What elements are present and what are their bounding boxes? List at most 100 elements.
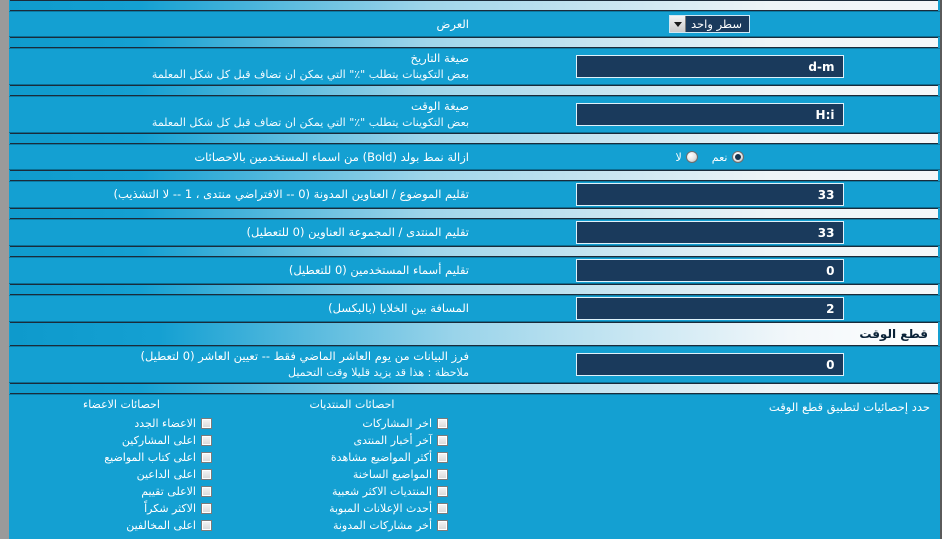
checkbox-label: أخر مشاركات المدونة [332, 519, 432, 532]
row-timecut-days-control-cell [479, 349, 940, 380]
row-time-format-control-cell [479, 99, 940, 130]
forum-stats-column: احصائات المنتديات اخر المشاركات آخر أخبا… [234, 398, 470, 539]
row-cell-spacing-label-cell: المسافة بين الخلايا (بالبكسل) [9, 296, 479, 321]
row-trim-forum-titles-control-cell [479, 217, 940, 248]
checkbox-item[interactable]: أخر مشاركات المدونة [234, 517, 470, 534]
row-display-label: العرض [436, 16, 470, 31]
checkbox-hot-threads[interactable] [437, 469, 448, 480]
row-date-format: صيغة التاريخ بعض التكوينات يتطلب "٪" الت… [9, 48, 940, 85]
checkbox-item[interactable]: أحدث الإعلانات المبوبة [234, 500, 470, 517]
timecut-stats-main-label-col: حدد إحصائيات لتطبيق قطع الوقت [470, 398, 940, 539]
display-mode-select-value: سطر واحد [691, 17, 742, 31]
checkbox-top-referrers[interactable] [201, 469, 212, 480]
checkbox-label: الاكثر شكراً [144, 502, 196, 515]
checkbox-label: آخر أخبار المنتدى [353, 434, 432, 447]
separator-8 [10, 383, 938, 394]
row-time-format-label: صيغة الوقت [410, 99, 469, 114]
radio-yes-icon[interactable] [731, 151, 744, 163]
row-cell-spacing-control-cell [479, 293, 940, 324]
checkbox-latest-forum-news[interactable] [437, 435, 448, 446]
row-trim-forum-titles-label: تقليم المنتدى / المجموعة العناوين (0 للت… [246, 225, 469, 240]
row-trim-forum-titles-label-cell: تقليم المنتدى / المجموعة العناوين (0 للت… [9, 220, 479, 245]
row-cell-spacing: المسافة بين الخلايا (بالبكسل) [9, 295, 940, 322]
display-mode-select[interactable]: سطر واحد [669, 15, 750, 33]
row-time-format-label-cell: صيغة الوقت بعض التكوينات يتطلب "٪" التي … [9, 94, 479, 134]
checkbox-item[interactable]: المنتديات الاكثر شعبية [234, 483, 470, 500]
row-display-label-cell: العرض [9, 12, 479, 37]
row-trim-thread-titles-label: تقليم الموضوع / العناوين المدونة (0 -- ا… [113, 187, 469, 202]
checkbox-latest-blog-posts[interactable] [437, 520, 448, 531]
row-trim-usernames-label: تقليم أسماء المستخدمين (0 للتعطيل) [288, 263, 469, 278]
section-header-timecut: قطع الوقت [10, 322, 938, 346]
member-stats-column: احصائات الاعضاء الاعضاء الجدد اعلى المشا… [9, 398, 234, 539]
row-remove-bold-label: ازالة نمط بولد (Bold) من اسماء المستخدمي… [194, 149, 469, 164]
timecut-stats-main-label: حدد إحصائيات لتطبيق قطع الوقت [768, 400, 930, 414]
checkbox-item[interactable]: الاعلى تقييم [9, 483, 234, 500]
radio-no-icon[interactable] [685, 151, 698, 163]
checkbox-item[interactable]: أكثر المواضيع مشاهدة [234, 449, 470, 466]
row-timecut-days-sublabel: ملاحظة : هذا قد يزيد قليلا وقت التحميل [288, 366, 469, 380]
checkbox-item[interactable]: اعلى المشاركين [9, 432, 234, 449]
checkbox-item[interactable]: اعلى كتاب المواضيع [9, 449, 234, 466]
row-time-format-sublabel: بعض التكوينات يتطلب "٪" التي يمكن ان تضا… [151, 116, 469, 130]
checkbox-latest-classifieds[interactable] [437, 503, 448, 514]
checkbox-most-popular-forums[interactable] [437, 486, 448, 497]
timecut-stats-selection: حدد إحصائيات لتطبيق قطع الوقت احصائات ال… [9, 394, 940, 539]
time-format-input[interactable] [575, 103, 844, 126]
trim-usernames-input[interactable] [575, 259, 844, 282]
remove-bold-radio-no[interactable]: لا [676, 151, 698, 164]
row-timecut-days: فرز البيانات من يوم العاشر الماضي فقط --… [9, 346, 940, 383]
checkbox-top-infractions[interactable] [201, 520, 212, 531]
checkbox-item[interactable]: الاعضاء الجدد [9, 415, 234, 432]
checkbox-label: اخر المشاركات [362, 417, 432, 430]
checkbox-top-posters[interactable] [201, 435, 212, 446]
timecut-days-input[interactable] [575, 353, 844, 376]
checkbox-item[interactable]: اخر المشاركات [234, 415, 470, 432]
checkbox-label: المواضيع الساخنة [352, 468, 432, 481]
checkbox-new-members[interactable] [201, 418, 212, 429]
row-trim-usernames-control-cell [479, 255, 940, 286]
member-stats-heading: احصائات الاعضاء [83, 398, 160, 411]
checkbox-item[interactable]: اعلى الداعين [9, 466, 234, 483]
row-trim-thread-titles: تقليم الموضوع / العناوين المدونة (0 -- ا… [9, 181, 940, 208]
row-trim-thread-titles-label-cell: تقليم الموضوع / العناوين المدونة (0 -- ا… [9, 182, 479, 207]
row-remove-bold: ازالة نمط بولد (Bold) من اسماء المستخدمي… [9, 144, 940, 170]
row-display-control-cell: سطر واحد [479, 11, 940, 37]
checkbox-top-rated[interactable] [201, 486, 212, 497]
row-remove-bold-control-cell: نعم لا [479, 147, 940, 168]
row-remove-bold-label-cell: ازالة نمط بولد (Bold) من اسماء المستخدمي… [9, 145, 479, 170]
row-trim-forum-titles: تقليم المنتدى / المجموعة العناوين (0 للت… [9, 219, 940, 246]
chevron-down-icon[interactable] [670, 16, 687, 32]
checkbox-item[interactable]: الاكثر شكراً [9, 500, 234, 517]
checkbox-label: أكثر المواضيع مشاهدة [330, 451, 432, 464]
checkbox-label: اعلى الداعين [136, 468, 196, 481]
remove-bold-radio-group: نعم لا [676, 151, 744, 164]
checkbox-label: الاعلى تقييم [141, 485, 196, 498]
checkbox-label: الاعضاء الجدد [134, 417, 196, 430]
trim-forum-titles-input[interactable] [575, 221, 844, 244]
row-date-format-label-cell: صيغة التاريخ بعض التكوينات يتطلب "٪" الت… [9, 46, 479, 86]
checkbox-latest-posts[interactable] [437, 418, 448, 429]
checkbox-item[interactable]: آخر أخبار المنتدى [234, 432, 470, 449]
checkbox-most-thanked[interactable] [201, 503, 212, 514]
row-date-format-sublabel: بعض التكوينات يتطلب "٪" التي يمكن ان تضا… [151, 68, 469, 82]
checkbox-item[interactable]: اعلى المخالفين [9, 517, 234, 534]
checkbox-item[interactable]: المواضيع الساخنة [234, 466, 470, 483]
date-format-input[interactable] [575, 55, 844, 78]
admincp-options-panel: العرض سطر واحد صيغة التاريخ بعض التكوينا… [0, 0, 942, 539]
row-trim-thread-titles-control-cell [479, 179, 940, 210]
radio-yes-label: نعم [711, 150, 728, 164]
row-time-format: صيغة الوقت بعض التكوينات يتطلب "٪" التي … [9, 96, 940, 133]
remove-bold-radio-yes[interactable]: نعم [712, 151, 744, 164]
separator-3 [10, 133, 938, 144]
cell-spacing-input[interactable] [575, 297, 844, 320]
forum-stats-heading: احصائات المنتديات [309, 398, 395, 411]
row-date-format-control-cell [479, 51, 940, 82]
checkbox-top-thread-starters[interactable] [201, 452, 212, 463]
section-header-timecut-title: قطع الوقت [859, 327, 928, 341]
radio-no-label: لا [675, 150, 682, 164]
trim-thread-titles-input[interactable] [575, 183, 844, 206]
row-trim-usernames-label-cell: تقليم أسماء المستخدمين (0 للتعطيل) [9, 258, 479, 283]
checkbox-label: اعلى كتاب المواضيع [104, 451, 196, 464]
checkbox-most-viewed-threads[interactable] [437, 452, 448, 463]
